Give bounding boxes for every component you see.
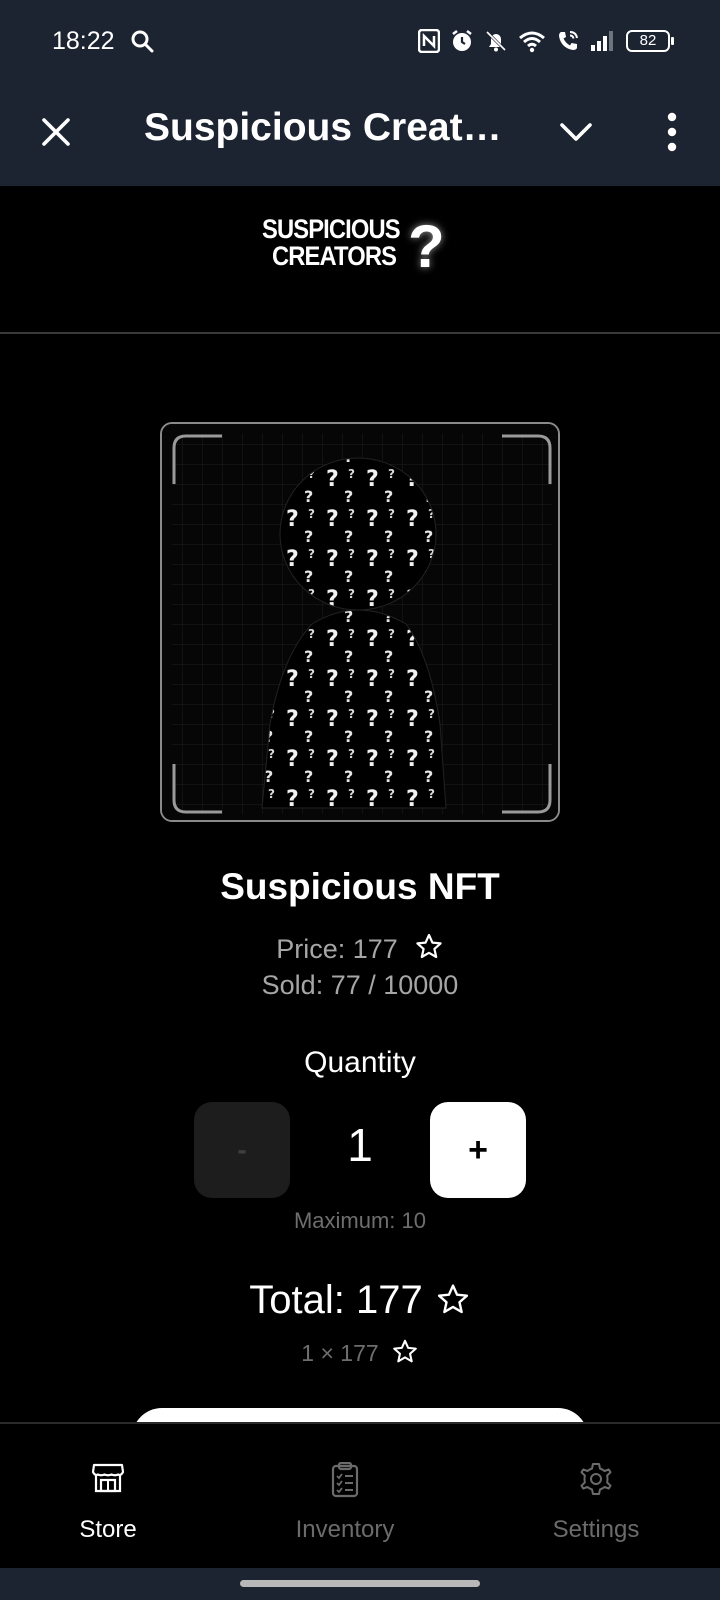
- status-icons: 82: [418, 26, 674, 56]
- logo-question-mark: ?: [408, 213, 445, 280]
- store-icon: [91, 1463, 125, 1493]
- star-icon: [437, 1284, 468, 1314]
- nft-artwork: ? ? ?: [162, 424, 558, 820]
- calculation-text: 1 × 177: [301, 1340, 379, 1366]
- status-bar: 18:22 82: [0, 0, 720, 84]
- store-header: SUSPICIOUS CREATORS ?: [0, 186, 720, 334]
- increase-quantity-button[interactable]: +: [430, 1102, 526, 1198]
- chevron-down-icon[interactable]: [556, 112, 596, 152]
- nft-image: ? ? ?: [160, 422, 560, 822]
- star-icon: [416, 933, 442, 959]
- total-calculation: 1 × 177: [0, 1338, 720, 1367]
- nav-label-settings: Settings: [552, 1516, 640, 1543]
- bottom-navigation: Store Inventory Settings: [0, 1422, 720, 1568]
- wifi-icon: [519, 31, 545, 53]
- total-text: Total: 177: [249, 1278, 423, 1322]
- sold-count: Sold: 77 / 10000: [261, 970, 459, 1000]
- quantity-value: 1: [347, 1119, 373, 1171]
- quantity-maximum: Maximum: 10: [293, 1208, 427, 1233]
- close-icon[interactable]: [36, 112, 76, 152]
- bell-off-icon: [485, 30, 507, 52]
- nav-label-inventory: Inventory: [295, 1516, 395, 1543]
- nav-item-settings[interactable]: Settings: [526, 1424, 666, 1570]
- quantity-label: Quantity: [304, 1046, 416, 1079]
- gesture-area: [0, 1568, 720, 1600]
- price-row: Price: 177: [0, 932, 720, 965]
- wifi-call-icon: [559, 31, 578, 50]
- nav-label-store: Store: [79, 1516, 137, 1543]
- clipboard-list-icon: [331, 1462, 359, 1498]
- status-time: 18:22: [52, 27, 115, 55]
- signal-icon: [591, 31, 613, 51]
- more-vertical-icon[interactable]: [652, 110, 692, 154]
- decrease-quantity-button[interactable]: -: [194, 1102, 290, 1198]
- nav-item-store[interactable]: Store: [38, 1424, 178, 1570]
- nav-item-inventory[interactable]: Inventory: [270, 1424, 420, 1570]
- battery-icon: 82: [626, 30, 674, 52]
- search-icon: [131, 30, 154, 53]
- price-text: Price: 177: [276, 934, 398, 964]
- product-name: Suspicious NFT: [220, 866, 500, 907]
- alarm-icon: [452, 30, 472, 51]
- gesture-handle[interactable]: [240, 1580, 480, 1587]
- gear-icon: [580, 1463, 612, 1495]
- total-row: Total: 177: [0, 1278, 720, 1323]
- brand-logo: SUSPICIOUS CREATORS ?: [262, 213, 462, 296]
- star-icon: [392, 1339, 417, 1363]
- app-title: Suspicious Creators: [144, 106, 504, 149]
- app-bar: Suspicious Creators: [0, 84, 720, 186]
- nfc-icon: [418, 29, 440, 53]
